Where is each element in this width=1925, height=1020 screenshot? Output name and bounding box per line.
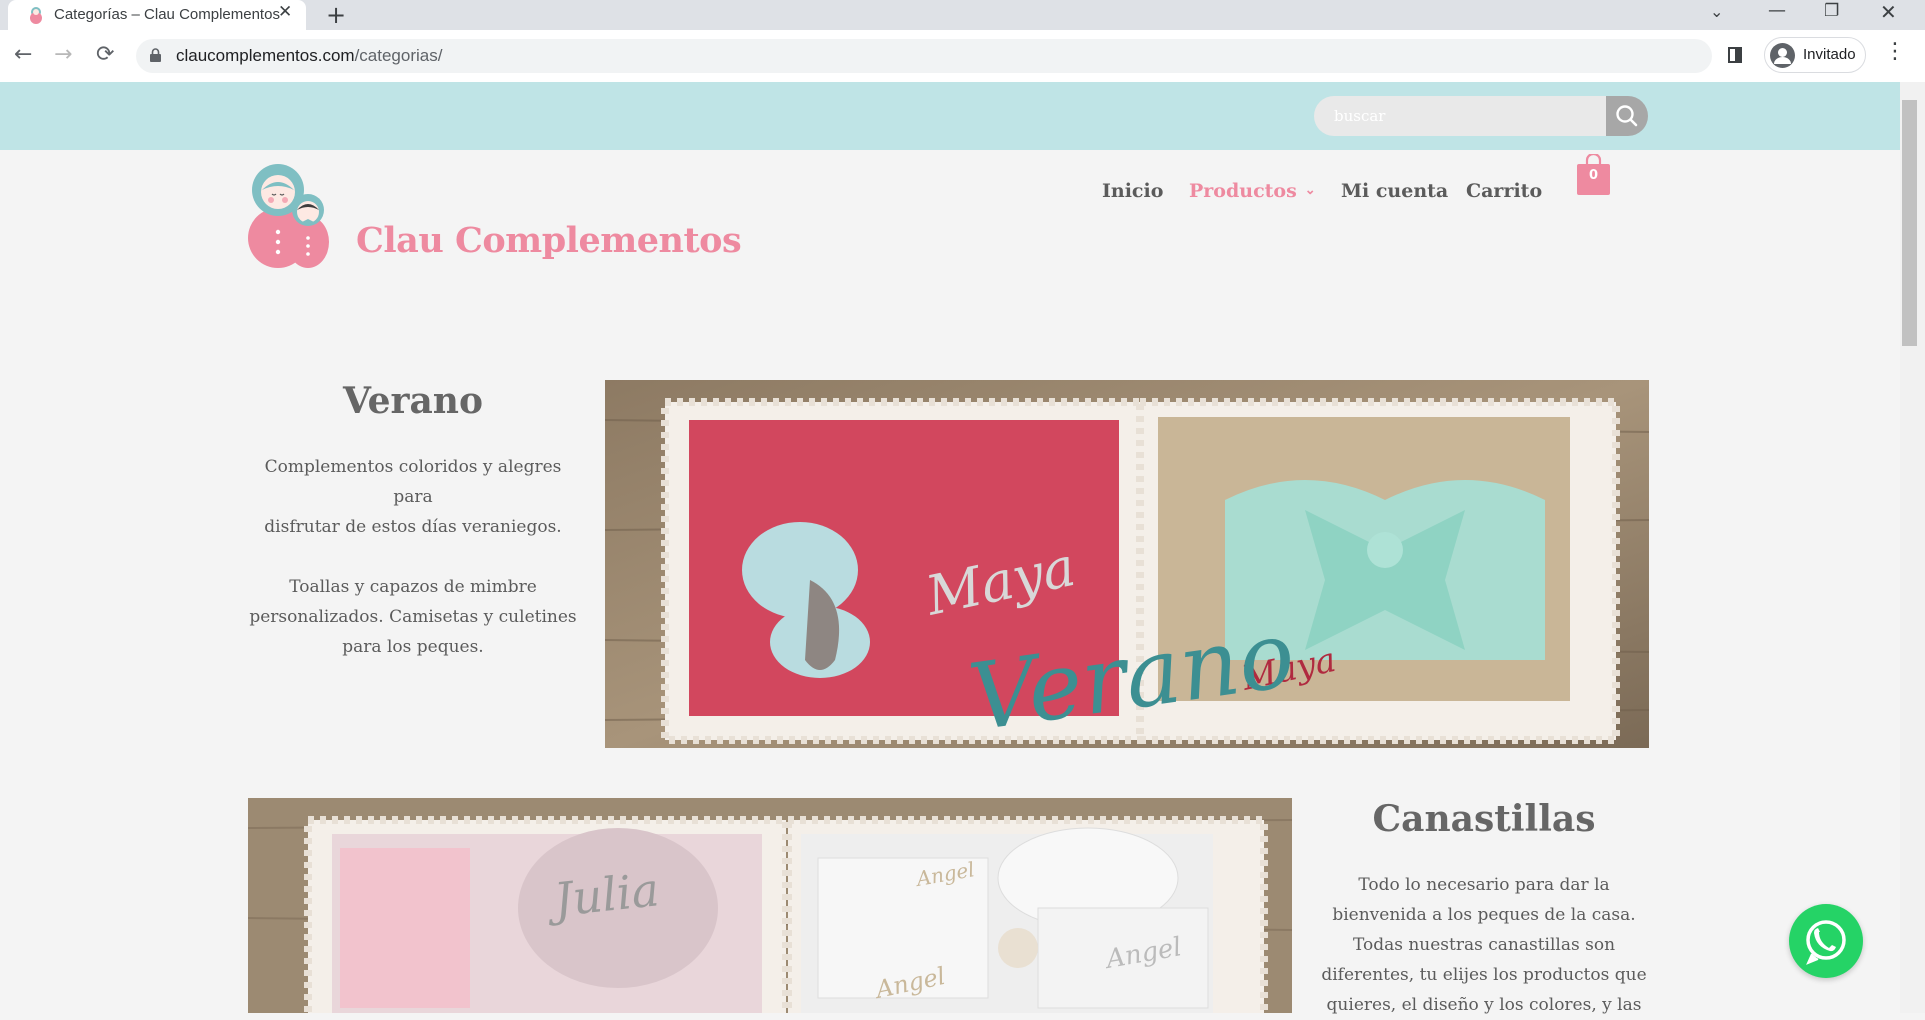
- browser-menu-kebab-icon[interactable]: ⋮: [1884, 39, 1906, 64]
- new-tab-plus-icon[interactable]: +: [326, 1, 346, 29]
- tab-close-icon[interactable]: ✕: [278, 2, 292, 22]
- desc-line: Complementos coloridos y alegres para: [264, 457, 562, 507]
- side-panel-icon[interactable]: [1728, 47, 1742, 63]
- desc-line: personalizados. Camisetas y culetines: [249, 607, 577, 627]
- search-button[interactable]: [1606, 96, 1648, 136]
- desc-line: quieres, el diseño y los colores, y las: [1326, 995, 1642, 1015]
- profile-button[interactable]: Invitado: [1764, 37, 1866, 73]
- whatsapp-chat-button[interactable]: [1789, 904, 1863, 978]
- browser-toolbar: ← → ⟳ claucomplementos.com/categorias/ I…: [0, 30, 1925, 82]
- category-title-canastillas[interactable]: Canastillas: [1310, 798, 1658, 840]
- brand-name-link[interactable]: Clau Complementos: [356, 220, 742, 261]
- desc-line: para los peques.: [342, 637, 484, 657]
- verano-photo-collage: Maya Maya Verano: [605, 380, 1649, 748]
- close-window-icon[interactable]: ✕: [1880, 0, 1897, 24]
- restore-window-icon[interactable]: ❐: [1824, 1, 1839, 21]
- tab-title: Categorías – Clau Complementos: [54, 6, 280, 23]
- desc-line: disfrutar de estos días veraniegos.: [264, 517, 562, 537]
- matryoshka-logo-icon[interactable]: [248, 160, 334, 270]
- category-description-canastillas: Todo lo necesario para dar la bienvenida…: [1310, 870, 1658, 1020]
- desc-line: Todas nuestras canastillas son: [1352, 935, 1616, 955]
- nav-link-productos[interactable]: Productos ⌄: [1189, 180, 1316, 202]
- nav-link-mi-cuenta[interactable]: Mi cuenta: [1341, 180, 1448, 202]
- category-description-verano: Complementos coloridos y alegres para di…: [248, 452, 578, 662]
- canastillas-photo-collage: Julia Angel Angel Angel: [248, 798, 1292, 1013]
- back-arrow-icon[interactable]: ←: [14, 42, 32, 67]
- search-input[interactable]: [1332, 106, 1586, 126]
- cart-count-badge: 0: [1588, 168, 1599, 183]
- desc-line: Todo lo necesario para dar la: [1358, 875, 1610, 895]
- desc-line: diferentes, tu elijes los productos que: [1321, 965, 1647, 985]
- category-banner-canastillas[interactable]: Julia Angel Angel Angel: [248, 798, 1292, 1013]
- forward-arrow-icon[interactable]: →: [54, 42, 72, 67]
- desc-line: Toallas y capazos de mimbre: [289, 577, 537, 597]
- browser-tab-strip: Categorías – Clau Complementos ✕ + ⌄ — ❐…: [0, 0, 1925, 30]
- url-host: claucomplementos.com: [176, 46, 355, 65]
- category-title-verano[interactable]: Verano: [248, 380, 578, 422]
- chevron-down-icon: ⌄: [1304, 183, 1316, 198]
- minimize-window-icon[interactable]: —: [1768, 0, 1786, 21]
- search-icon: [1616, 105, 1638, 127]
- url-path: /categorias/: [354, 46, 443, 65]
- nav-link-inicio[interactable]: Inicio: [1102, 180, 1163, 202]
- whatsapp-icon: [1806, 920, 1846, 965]
- category-banner-verano[interactable]: Maya Maya Verano: [605, 380, 1649, 748]
- site-top-bar: [0, 82, 1900, 150]
- url-text: claucomplementos.com/categorias/: [176, 46, 442, 66]
- search-box: [1314, 96, 1606, 136]
- matryoshka-favicon-icon: [30, 7, 42, 24]
- browser-tab-active[interactable]: Categorías – Clau Complementos ✕: [8, 0, 306, 30]
- reload-icon[interactable]: ⟳: [96, 42, 114, 67]
- address-bar[interactable]: claucomplementos.com/categorias/: [136, 39, 1712, 73]
- profile-label: Invitado: [1803, 46, 1856, 63]
- desc-line: bienvenida a los peques de la casa.: [1332, 905, 1636, 925]
- nav-link-productos-label: Productos: [1189, 180, 1297, 202]
- cart-button[interactable]: 0: [1577, 154, 1610, 195]
- lock-icon: [150, 48, 161, 62]
- page-scrollbar-thumb[interactable]: [1902, 100, 1917, 346]
- tab-search-chevron-icon[interactable]: ⌄: [1710, 2, 1723, 21]
- nav-link-carrito[interactable]: Carrito: [1466, 180, 1542, 202]
- guest-avatar-icon: [1770, 43, 1795, 68]
